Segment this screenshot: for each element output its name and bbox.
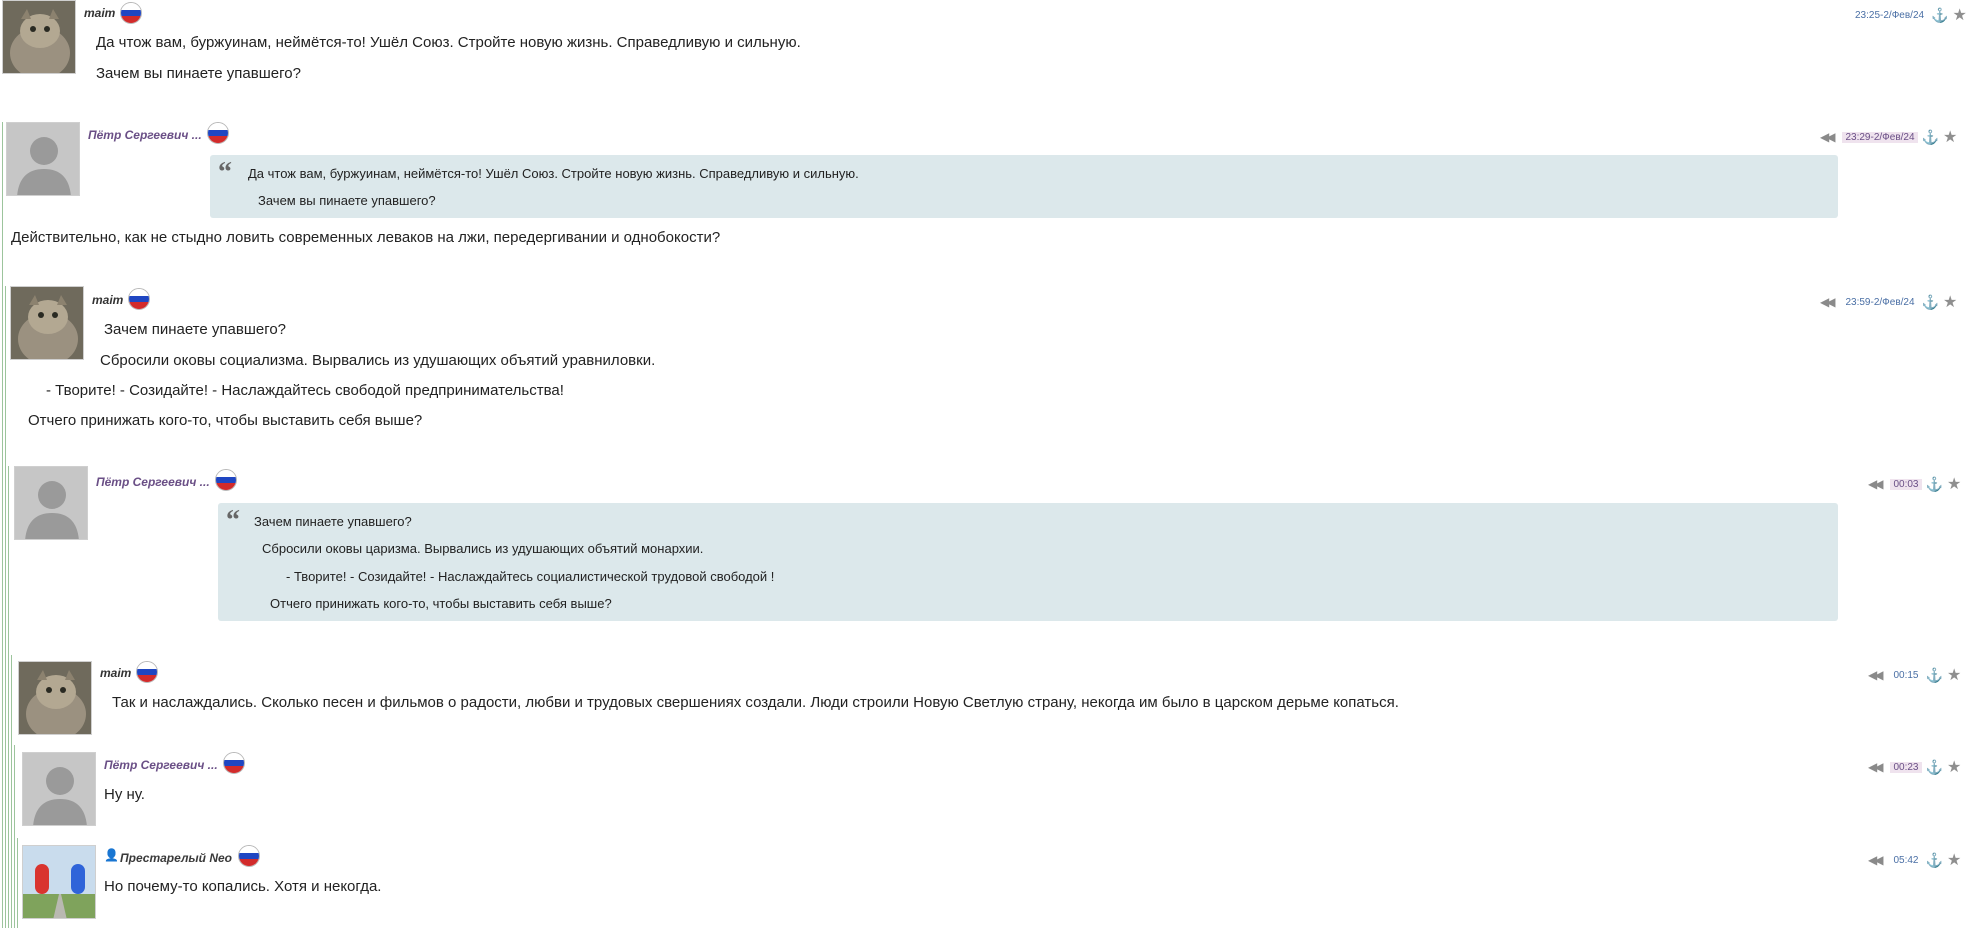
comment-text: Да чтож вам, буржуинам, неймётся-то! Ушё…	[96, 34, 801, 51]
comment-meta: 23:25-2/Фев/24 ⚓ ★	[1852, 5, 1967, 25]
comment-text: Сбросили оковы социализма. Вырвались из …	[100, 352, 656, 369]
author-name[interactable]: maim	[100, 666, 131, 680]
star-icon[interactable]: ★	[1947, 850, 1961, 870]
reply-arrow-icon[interactable]: ◀◀	[1868, 760, 1884, 774]
anchor-icon[interactable]: ⚓	[1926, 667, 1943, 684]
star-icon[interactable]: ★	[1943, 127, 1957, 147]
anchor-icon[interactable]: ⚓	[1926, 852, 1943, 869]
author-name[interactable]: Пётр Сергеевич ...	[104, 758, 218, 772]
star-icon[interactable]: ★	[1947, 665, 1961, 685]
comment-meta: ◀◀ 23:29-2/Фев/24 ⚓ ★	[1820, 127, 1957, 147]
comment-meta: ◀◀ 23:59-2/Фев/24 ⚓ ★	[1820, 292, 1957, 312]
comment-meta: ◀◀ 00:23 ⚓ ★	[1868, 757, 1961, 777]
reply-arrow-icon[interactable]: ◀◀	[1820, 130, 1836, 144]
quote-block: “ Да чтож вам, буржуинам, неймётся-то! У…	[210, 155, 1838, 218]
russia-flag-icon	[120, 2, 142, 24]
thread-line	[11, 655, 12, 928]
thread-line	[5, 286, 6, 928]
quote-text: Да чтож вам, буржуинам, неймётся-то! Ушё…	[248, 166, 859, 181]
quote-text: Сбросили оковы царизма. Вырвались из уду…	[262, 541, 704, 556]
timestamp-link[interactable]: 00:23	[1890, 761, 1922, 773]
comment-text: Так и наслаждались. Сколько песен и филь…	[112, 694, 1399, 711]
russia-flag-icon	[136, 661, 158, 683]
comment-meta: ◀◀ 00:15 ⚓ ★	[1868, 665, 1961, 685]
thread-line	[14, 745, 15, 928]
quote-text: Зачем вы пинаете упавшего?	[258, 193, 436, 208]
avatar[interactable]	[22, 752, 96, 826]
author-name[interactable]: maim	[84, 6, 115, 20]
quote-text: Зачем пинаете упавшего?	[254, 514, 412, 529]
avatar[interactable]	[10, 286, 84, 360]
russia-flag-icon	[238, 845, 260, 867]
comment-text: Но почему-то копались. Хотя и некогда.	[104, 878, 382, 895]
anchor-icon[interactable]: ⚓	[1922, 294, 1939, 311]
author-name[interactable]: maim	[92, 293, 123, 307]
russia-flag-icon	[207, 122, 229, 144]
reply-arrow-icon[interactable]: ◀◀	[1868, 853, 1884, 867]
avatar[interactable]	[14, 466, 88, 540]
avatar[interactable]	[22, 845, 96, 919]
comment-text: Отчего принижать кого-то, чтобы выставит…	[28, 412, 423, 429]
comment-text: - Творите! - Созидайте! - Наслаждайтесь …	[46, 382, 564, 399]
quote-mark-icon: “	[218, 157, 232, 188]
comment-meta: ◀◀ 00:03 ⚓ ★	[1868, 474, 1961, 494]
quote-text: - Творите! - Созидайте! - Наслаждайтесь …	[286, 569, 775, 584]
timestamp-link[interactable]: 00:03	[1890, 478, 1922, 490]
thread-line	[8, 466, 9, 928]
anchor-icon[interactable]: ⚓	[1926, 476, 1943, 493]
comment-meta: ◀◀ 05:42 ⚓ ★	[1868, 850, 1961, 870]
quote-text: Отчего принижать кого-то, чтобы выставит…	[270, 596, 612, 611]
comment-text: Зачем вы пинаете упавшего?	[96, 65, 301, 82]
author-name[interactable]: Пётр Сергеевич ...	[96, 475, 210, 489]
anchor-icon[interactable]: ⚓	[1926, 759, 1943, 776]
reply-arrow-icon[interactable]: ◀◀	[1868, 668, 1884, 682]
quote-block: “ Зачем пинаете упавшего? Сбросили оковы…	[218, 503, 1838, 621]
timestamp-link[interactable]: 00:15	[1890, 670, 1921, 681]
russia-flag-icon	[223, 752, 245, 774]
reply-arrow-icon[interactable]: ◀◀	[1868, 477, 1884, 491]
star-icon[interactable]: ★	[1947, 474, 1961, 494]
thread-line	[2, 122, 3, 928]
anchor-icon[interactable]: ⚓	[1931, 7, 1948, 24]
reply-arrow-icon[interactable]: ◀◀	[1820, 295, 1836, 309]
avatar[interactable]	[6, 122, 80, 196]
star-icon[interactable]: ★	[1953, 5, 1967, 25]
timestamp-link[interactable]: 23:29-2/Фев/24	[1842, 131, 1918, 143]
user-icon: 👤	[104, 848, 119, 862]
quote-mark-icon: “	[226, 505, 240, 536]
comment-text: Ну ну.	[104, 786, 145, 803]
comment-text: Действительно, как не стыдно ловить совр…	[11, 229, 721, 246]
author-name[interactable]: Престарелый Neo	[120, 851, 232, 865]
anchor-icon[interactable]: ⚓	[1922, 129, 1939, 146]
russia-flag-icon	[215, 469, 237, 491]
avatar[interactable]	[18, 661, 92, 735]
timestamp-link[interactable]: 23:59-2/Фев/24	[1842, 297, 1917, 308]
avatar[interactable]	[2, 0, 76, 74]
timestamp-link[interactable]: 23:25-2/Фев/24	[1852, 10, 1927, 21]
star-icon[interactable]: ★	[1943, 292, 1957, 312]
star-icon[interactable]: ★	[1947, 757, 1961, 777]
timestamp-link[interactable]: 05:42	[1890, 855, 1921, 866]
thread-line	[17, 838, 18, 928]
author-name[interactable]: Пётр Сергеевич ...	[88, 128, 202, 142]
russia-flag-icon	[128, 288, 150, 310]
comment-text: Зачем пинаете упавшего?	[104, 321, 287, 338]
